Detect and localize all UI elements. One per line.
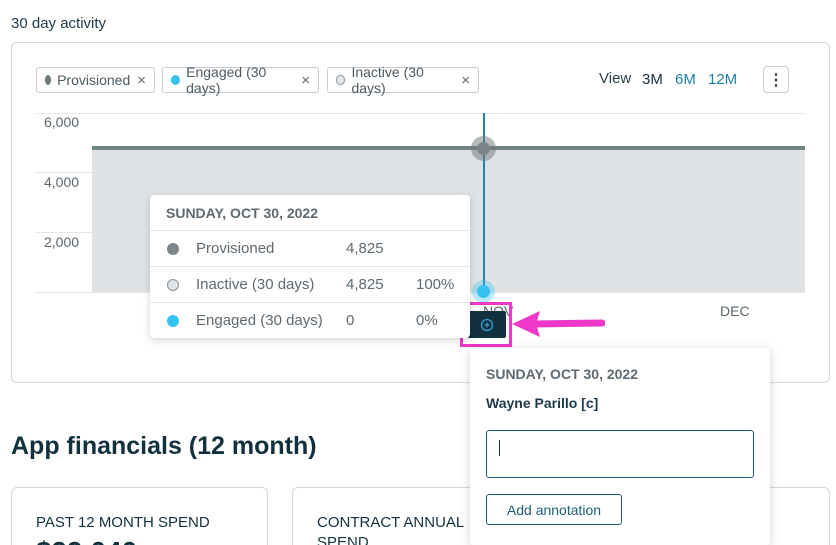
filter-chip-label: Provisioned <box>57 72 131 88</box>
tooltip-series-pct: 0% <box>416 312 438 329</box>
pointer-arrow-icon <box>512 311 605 337</box>
tooltip-series-name: Engaged (30 days) <box>196 312 323 329</box>
past-spend-label: PAST 12 MONTH SPEND <box>36 514 210 531</box>
tooltip-series-value: 4,825 <box>346 276 384 293</box>
past-spend-value: $99,040 <box>36 536 137 545</box>
provisioned-point <box>471 136 496 161</box>
engaged-dot-icon <box>171 75 181 85</box>
tooltip-series-name: Inactive (30 days) <box>196 276 315 293</box>
provisioned-dot-icon <box>45 75 52 85</box>
annotation-popover: SUNDAY, OCT 30, 2022 Wayne Parillo [c] A… <box>470 348 770 545</box>
tooltip-row: Inactive (30 days) 4,825 100% <box>150 266 470 302</box>
range-6m[interactable]: 6M <box>675 71 696 88</box>
text-caret <box>499 440 500 456</box>
kebab-icon: ⋮ <box>768 71 784 89</box>
filter-chip-label: Inactive (30 days) <box>351 64 424 96</box>
range-12m[interactable]: 12M <box>708 71 737 88</box>
filter-chip-engaged[interactable]: Engaged (30 days) × <box>162 64 319 96</box>
y-tick-2000: 2,000 <box>44 234 80 250</box>
tooltip-series-value: 0 <box>346 312 355 329</box>
filter-chip-provisioned[interactable]: Provisioned × <box>36 67 155 93</box>
remove-filter-icon[interactable]: × <box>137 72 146 89</box>
annotation-date: SUNDAY, OCT 30, 2022 <box>486 366 638 382</box>
gridline <box>36 113 805 114</box>
tooltip-row: Engaged (30 days) 0 0% <box>150 302 470 338</box>
past-spend-card: PAST 12 MONTH SPEND $99,040 <box>11 487 268 545</box>
annotation-user: Wayne Parillo [c] <box>486 395 599 411</box>
chart-tooltip: SUNDAY, OCT 30, 2022 Provisioned 4,825 I… <box>150 195 470 338</box>
y-tick-4000: 4,000 <box>44 174 80 190</box>
tooltip-date: SUNDAY, OCT 30, 2022 <box>166 205 318 221</box>
remove-filter-icon[interactable]: × <box>461 72 470 89</box>
financials-title: App financials (12 month) <box>11 432 317 460</box>
tooltip-row: Provisioned 4,825 <box>150 230 470 266</box>
provisioned-dot-icon <box>167 243 179 255</box>
contract-spend-label: CONTRACT ANNUAL SPEND <box>317 514 464 545</box>
engaged-point <box>472 280 495 303</box>
remove-filter-icon[interactable]: × <box>301 72 310 89</box>
filter-chip-inactive[interactable]: Inactive (30 days) × <box>327 64 479 96</box>
range-3m[interactable]: 3M <box>642 71 663 88</box>
tooltip-series-value: 4,825 <box>346 240 384 257</box>
inactive-dot-icon <box>167 279 179 291</box>
filter-chip-label: Engaged (30 days) <box>186 64 267 96</box>
tooltip-series-pct: 100% <box>416 276 455 293</box>
engaged-dot-icon <box>167 315 179 327</box>
provisioned-line <box>92 146 805 150</box>
activity-title: 30 day activity <box>11 15 107 32</box>
add-annotation-button[interactable]: Add annotation <box>486 494 622 525</box>
view-label: View <box>599 70 632 87</box>
annotation-textarea[interactable] <box>486 430 754 478</box>
more-options-button[interactable]: ⋮ <box>763 66 789 93</box>
tooltip-series-name: Provisioned <box>196 240 275 257</box>
x-tick-dec: DEC <box>720 303 750 319</box>
inactive-dot-icon <box>336 75 346 85</box>
y-tick-6000: 6,000 <box>44 114 80 130</box>
